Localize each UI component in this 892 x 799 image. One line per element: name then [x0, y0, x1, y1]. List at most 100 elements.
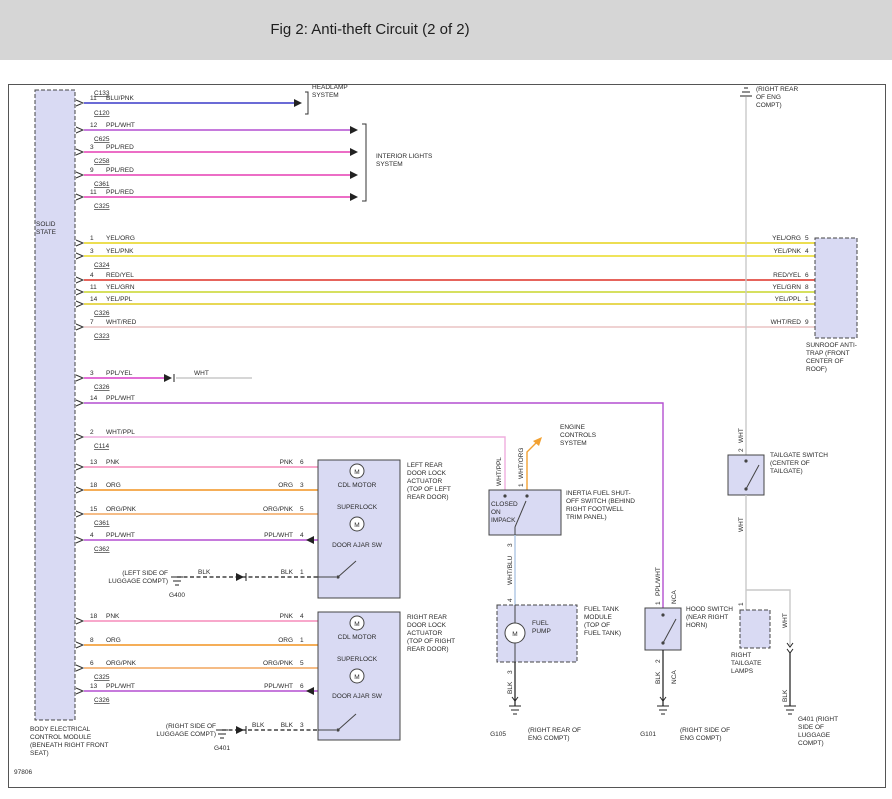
- wire-color-label: RED/YEL: [106, 272, 134, 279]
- system-bracket: [362, 124, 366, 201]
- arrowhead: [350, 171, 358, 179]
- wire-color-label: YEL/PNK: [106, 248, 134, 255]
- sheet-code: 97806: [14, 769, 32, 776]
- wire-color-label: WHT/RED: [771, 319, 802, 326]
- g401-branch-caption: G401 (RIGHT SIDE OF LUGGAGE COMPT): [798, 716, 852, 748]
- nca-label: NCA: [671, 670, 678, 684]
- pin-number: 18: [90, 482, 98, 489]
- arrowhead: [350, 148, 358, 156]
- wire-color-label: YEL/PPL: [775, 296, 802, 303]
- wire-color-label: PNK: [280, 459, 294, 466]
- inertia-caption: INERTIA FUEL SHUT-OFF SWITCH (BEHIND RIG…: [566, 490, 638, 522]
- bcm-module: [35, 90, 83, 720]
- fuel-tank-caption: FUEL TANK MODULE (TOP OF FUEL TANK): [584, 606, 626, 638]
- pin-number: 8: [805, 284, 809, 291]
- wire-color-label: WHT/PPL: [496, 457, 503, 486]
- wire-color-label: YEL/ORG: [772, 235, 801, 242]
- pin-number: 6: [805, 272, 809, 279]
- wire-color-label: PPL/WHT: [106, 532, 135, 539]
- wire-color-label: ORG/PNK: [263, 660, 294, 667]
- sunroof-circuit: 1 YEL/ORG YEL/ORG 5 3 YEL/PNK YEL/PNK 4 …: [84, 235, 857, 340]
- wire-color-label: YEL/GRN: [106, 284, 135, 291]
- wire-color-label: PPL/WHT: [106, 683, 135, 690]
- wire-color-label: PPL/WHT: [264, 683, 293, 690]
- ground-symbol: [784, 706, 796, 714]
- connector-label: C323: [94, 333, 110, 340]
- wire-color-label: ORG: [278, 482, 293, 489]
- pin-number: 4: [805, 248, 809, 255]
- wire-color-label: BLK: [655, 671, 662, 684]
- wire-color-label: BLU/PNK: [106, 95, 134, 102]
- pin-number: 3: [300, 482, 304, 489]
- tailgate-switch-caption: TAILGATE SWITCH (CENTER OF TAILGATE): [770, 452, 828, 476]
- connector-label: C258: [94, 158, 110, 165]
- pin-number: 3: [300, 722, 304, 729]
- ground-label: G105: [490, 731, 506, 738]
- interior-lights-circuit: 12 PPL/WHT C625 3 PPL/RED C258 9 PPL/RED…: [84, 122, 366, 210]
- superlock-label: SUPERLOCK: [337, 656, 378, 663]
- sunroof-module-box: [815, 238, 857, 338]
- wire-color-label: WHT: [782, 613, 789, 628]
- ground-symbol: [216, 730, 228, 738]
- pin-number: 4: [90, 272, 94, 279]
- connector-label: C361: [94, 520, 110, 527]
- wire-color-label: PNK: [106, 613, 120, 620]
- ground-symbol: [171, 577, 183, 585]
- fuel-pump-label: FUEL PUMP: [532, 620, 568, 636]
- connector-label: C120: [94, 110, 110, 117]
- wire-color-label: PPL/WHT: [106, 122, 135, 129]
- cdl-motor-label: CDL MOTOR: [338, 634, 377, 641]
- pin-number: 9: [805, 319, 809, 326]
- ground-label: G401: [214, 745, 230, 752]
- pin-number: 3: [90, 144, 94, 151]
- motor-m: M: [354, 621, 359, 628]
- wire-color-label: ORG/PNK: [106, 660, 137, 667]
- pin-number: 11: [90, 189, 97, 196]
- right-door-caption: RIGHT REAR DOOR LOCK ACTUATOR (TOP OF RI…: [407, 614, 459, 654]
- pin-number: 13: [90, 459, 98, 466]
- pin-number: 15: [90, 506, 98, 513]
- motor-m: M: [354, 522, 359, 529]
- pin-number: 4: [507, 598, 514, 602]
- tailgate-top-note: (RIGHT REAR OF ENG COMPT): [756, 86, 806, 110]
- inline-connector-arrow: [236, 573, 244, 581]
- wire-color-label: PPL/WHT: [655, 567, 662, 596]
- pin-number: 12: [90, 122, 98, 129]
- wire-color-label: WHT/PPL: [106, 429, 135, 436]
- wire-color-label: WHT: [738, 428, 745, 443]
- pin-number: 1: [738, 602, 745, 606]
- wire-color-label: PNK: [280, 613, 294, 620]
- bcm-caption: BODY ELECTRICAL CONTROL MODULE (BENEATH …: [30, 726, 110, 758]
- pin-number: 11: [90, 284, 97, 291]
- superlock-label: SUPERLOCK: [337, 504, 378, 511]
- switch-terminal: [503, 494, 506, 497]
- motor-m: M: [354, 469, 359, 476]
- cdl-motor-label: CDL MOTOR: [338, 482, 377, 489]
- wire-color-label: ORG: [278, 637, 293, 644]
- pin-number: 5: [805, 235, 809, 242]
- wire-color-label: WHT/ORG: [518, 448, 525, 479]
- wire-color-label: PPL/RED: [106, 144, 134, 151]
- inline-connector-arrow: [236, 726, 244, 734]
- arrowhead: [350, 126, 358, 134]
- nca-label: NCA: [671, 590, 678, 604]
- pin-number: 13: [90, 683, 98, 690]
- ground-symbol: [657, 706, 669, 714]
- pin-number: 2: [738, 448, 745, 452]
- wiring-diagram-page: Fig 2: Anti-theft Circuit (2 of 2) C133 …: [0, 0, 892, 799]
- pin-number: 7: [90, 319, 94, 326]
- pin-number: 4: [300, 613, 304, 620]
- wire-color-label: YEL/ORG: [106, 235, 135, 242]
- bcm-module-box: [35, 90, 75, 720]
- module-pin-chevrons: [76, 100, 83, 694]
- wire-color-label: PPL/YEL: [106, 370, 133, 377]
- pin-number: 1: [805, 296, 809, 303]
- wire-wht-org: [527, 442, 537, 490]
- pin-number: 4: [90, 532, 94, 539]
- g105-note: (RIGHT REAR OF ENG COMPT): [528, 727, 590, 743]
- pin-number: 6: [90, 660, 94, 667]
- switch-terminal: [744, 459, 747, 462]
- pin-number: 2: [655, 659, 662, 663]
- pin-number: 11: [90, 95, 97, 102]
- switch-terminal: [661, 613, 664, 616]
